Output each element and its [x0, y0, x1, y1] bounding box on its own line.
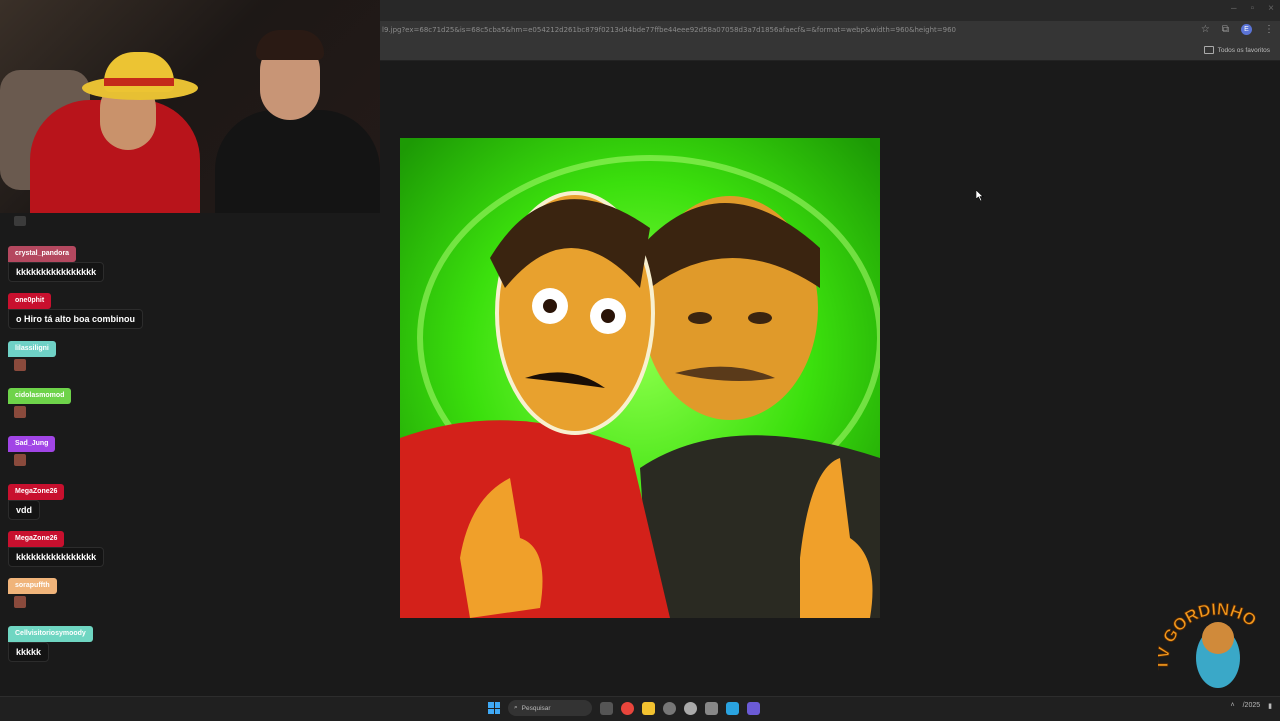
star-icon[interactable]: ☆	[1201, 24, 1210, 35]
person-right-body	[215, 110, 380, 213]
straw-hat-band	[104, 78, 174, 86]
minimize-icon[interactable]: –	[1231, 3, 1237, 14]
channel-watermark: TV GORDINHO	[1152, 599, 1276, 696]
chat-message: Sad_Jung	[8, 432, 56, 466]
chat-message: MegaZone26 vdd	[8, 480, 65, 520]
address-bar[interactable]: l9.jpg?ex=68c71d25&is=68c5cba5&hm=e05421…	[380, 21, 1280, 41]
taskbar-apps: ⌕ Pesquisar	[488, 700, 760, 716]
url-text[interactable]: l9.jpg?ex=68c71d25&is=68c5cba5&hm=e05421…	[382, 26, 1182, 34]
profile-avatar[interactable]: E	[1241, 24, 1252, 35]
close-icon[interactable]: ×	[1268, 3, 1274, 14]
chat-message: MegaZone26 kkkkkkkkkkkkkkkk	[8, 527, 105, 567]
extensions-icon[interactable]: ⧉	[1222, 24, 1229, 35]
tv-gordinho-logo: TV GORDINHO	[1152, 599, 1260, 688]
chat-message: cidolasmomod	[8, 384, 72, 418]
chat-message: sorapuffth	[8, 574, 57, 608]
chat-text: vdd	[8, 500, 41, 520]
chat-username: lilassiligni	[8, 341, 56, 357]
emote-icon	[14, 359, 26, 371]
person-right-hair	[256, 30, 324, 60]
discord-icon[interactable]	[747, 701, 760, 715]
maximize-icon[interactable]: ▫	[1251, 3, 1255, 14]
all-bookmarks-button[interactable]: Todos os favoritos	[1203, 46, 1270, 54]
telegram-icon[interactable]	[726, 701, 739, 715]
search-icon: ⌕	[514, 704, 518, 711]
taskbar-search[interactable]: ⌕ Pesquisar	[508, 700, 592, 716]
file-explorer-icon[interactable]	[642, 701, 655, 715]
chat-message: crystal_pandora kkkkkkkkkkkkkkkk	[8, 242, 105, 282]
task-view-icon[interactable]	[600, 701, 613, 715]
folder-icon	[1203, 46, 1214, 54]
bookmarks-bar: Todos os favoritos	[380, 41, 1280, 61]
webcam-overlay	[0, 0, 380, 213]
chat-message: one0phit o Hiro tá alto boa combinou	[8, 289, 143, 329]
system-tray: ˄ /2025 ▮	[1231, 702, 1272, 710]
chat-username: crystal_pandora	[8, 246, 77, 262]
cartoon-artwork	[400, 138, 880, 618]
chat-username: cidolasmomod	[8, 388, 72, 404]
window-controls: – ▫ ×	[1231, 3, 1274, 14]
emote-icon	[14, 216, 26, 226]
chat-message: Cellvisitoriosymoody kkkkk	[8, 622, 93, 662]
obs-icon[interactable]	[684, 701, 697, 715]
app-icon[interactable]	[663, 701, 676, 715]
chat-text: kkkkk	[8, 642, 50, 662]
chrome-icon[interactable]	[621, 701, 634, 715]
emote-icon	[14, 406, 26, 418]
chat-username: one0phit	[8, 293, 52, 309]
windows-start-icon[interactable]	[488, 702, 500, 714]
chat-username: Sad_Jung	[8, 436, 56, 452]
cartoon-illustration	[400, 138, 880, 618]
mouse-cursor-icon	[976, 190, 984, 201]
chat-username: Cellvisitoriosymoody	[8, 626, 93, 642]
emote-icon	[14, 596, 26, 608]
settings-icon[interactable]	[705, 701, 718, 715]
browser-titlebar: – ▫ ×	[380, 0, 1280, 21]
address-bar-icons: ☆ ⧉ E ⋮	[1201, 24, 1274, 35]
straw-hat-top	[104, 52, 174, 92]
chat-username: MegaZone26	[8, 531, 65, 547]
tray-date[interactable]: /2025	[1243, 702, 1261, 710]
emote-icon	[14, 454, 26, 466]
notification-icon[interactable]: ▮	[1268, 702, 1272, 710]
chat-message: lilassiligni	[8, 337, 56, 371]
chat-username: MegaZone26	[8, 484, 65, 500]
all-bookmarks-label: Todos os favoritos	[1217, 46, 1270, 54]
chat-username: sorapuffth	[8, 578, 57, 594]
chat-text: o Hiro tá alto boa combinou	[8, 309, 143, 329]
menu-icon[interactable]: ⋮	[1264, 24, 1274, 35]
taskbar: ⌕ Pesquisar ˄ /2025 ▮	[0, 696, 1280, 721]
chevron-up-icon[interactable]: ˄	[1231, 702, 1235, 710]
chat-text: kkkkkkkkkkkkkkkk	[8, 547, 105, 567]
chat-text: kkkkkkkkkkkkkkkk	[8, 262, 105, 282]
search-placeholder: Pesquisar	[521, 704, 551, 712]
